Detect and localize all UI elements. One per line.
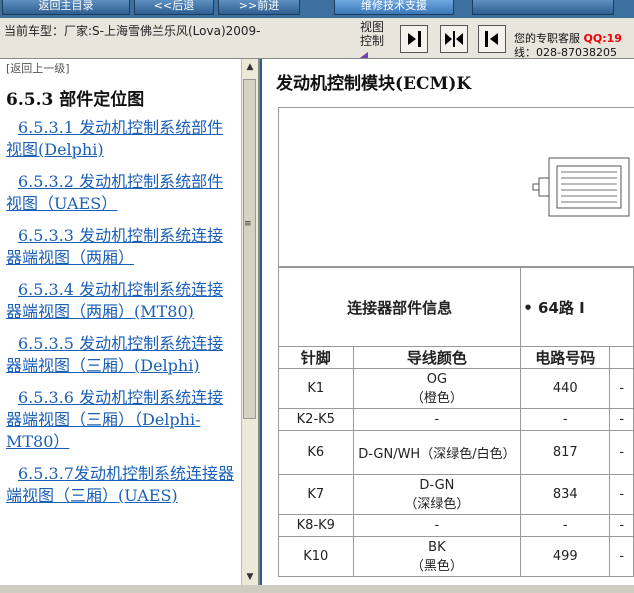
extra-cell: -: [609, 430, 634, 475]
extra-cell: -: [609, 368, 634, 409]
back-button[interactable]: <<后退: [134, 0, 214, 15]
connector-info-row: 连接器部件信息 • 64路 I: [277, 267, 634, 347]
bottom-bar: [0, 585, 634, 593]
nav-link-6-5-3-1[interactable]: 6.5.3.1 发动机控制系统部件视图(Delphi): [6, 117, 238, 161]
tech-support-button[interactable]: 维修技术支援: [334, 0, 454, 15]
color-cell: BK （黑色）: [352, 536, 522, 577]
header-wire-color: 导线颜色: [352, 346, 522, 369]
info-bar: 当前车型：厂家:S-上海雪佛兰乐风(Lova)2009- 视图控制 您的专职客服…: [0, 18, 634, 59]
extra-cell: -: [609, 474, 634, 515]
scroll-down-icon[interactable]: ▼: [244, 571, 256, 583]
nav-scrollbar[interactable]: ▲ ≡ ▼: [241, 59, 258, 585]
section-title: 6.5.3 部件定位图: [6, 90, 145, 110]
pin-cell: K8-K9: [278, 514, 354, 537]
circuit-cell: 499: [520, 536, 611, 577]
pin-cell: K10: [278, 536, 354, 577]
circuit-cell: 440: [520, 368, 611, 409]
extra-cell: -: [609, 514, 634, 537]
view-mark-icon: [360, 52, 368, 58]
forward-button[interactable]: >>前进: [218, 0, 300, 15]
content-panel: 发动机控制模块(ECM)K 连接器部件信息 • 64路 I 针脚 导线颜色 电路…: [262, 59, 634, 585]
nav-link-6-5-3-5[interactable]: 6.5.3.5 发动机控制系统连接器端视图（三厢）(Delphi): [6, 333, 238, 377]
circuit-cell: -: [520, 514, 611, 537]
table-row: K8-K9 - - -: [278, 514, 634, 537]
extra-cell: -: [609, 536, 634, 577]
color-cell: D-GN/WH（深绿色/白色）: [352, 430, 522, 475]
scroll-up-icon[interactable]: ▲: [244, 61, 256, 73]
nav-link-6-5-3-7[interactable]: 6.5.3.7发动机控制系统连接器端视图（三厢）(UAES): [6, 463, 238, 507]
service-label: 您的专职客服: [514, 32, 580, 45]
table-row: K2-K5 - - -: [278, 408, 634, 431]
view-split-arrows-icon[interactable]: [440, 25, 468, 53]
service-qq[interactable]: QQ:19: [584, 32, 622, 45]
extra-cell: -: [609, 408, 634, 431]
view-control-label: 视图控制: [360, 20, 385, 48]
scroll-thumb[interactable]: [243, 79, 256, 419]
connector-drawing-icon: [532, 157, 630, 217]
pin-cell: K2-K5: [278, 408, 354, 431]
scroll-grip-icon: ≡: [244, 219, 252, 229]
home-button[interactable]: 返回主目录: [2, 0, 130, 15]
nav-link-6-5-3-6[interactable]: 6.5.3.6 发动机控制系统连接器端视图（三厢）（Delphi-MT80）: [6, 387, 238, 453]
circuit-cell: -: [520, 408, 611, 431]
view-left-arrow-icon[interactable]: [478, 25, 506, 53]
circuit-cell: 817: [520, 430, 611, 475]
color-cell: -: [352, 408, 522, 431]
connector-image-box: [278, 107, 634, 267]
color-cell: D-GN （深绿色）: [352, 474, 522, 515]
service-phone: 线：028-87038205: [514, 46, 617, 59]
nav-links: 6.5.3.1 发动机控制系统部件视图(Delphi) 6.5.3.2 发动机控…: [6, 117, 238, 517]
customer-service: 您的专职客服 QQ:19 线：028-87038205: [514, 32, 622, 60]
view-right-arrow-icon[interactable]: [400, 25, 428, 53]
color-cell: OG （橙色）: [352, 368, 522, 409]
pin-table: 连接器部件信息 • 64路 I 针脚 导线颜色 电路号码 K1 OG （橙色） …: [277, 267, 634, 577]
toolbar-button-5[interactable]: [472, 0, 614, 15]
nav-link-6-5-3-3[interactable]: 6.5.3.3 发动机控制系统连接器端视图（两厢）: [6, 225, 238, 269]
top-toolbar: 返回主目录 <<后退 >>前进 维修技术支援: [0, 0, 634, 18]
header-circuit: 电路号码: [520, 346, 611, 369]
header-extra: [609, 346, 634, 369]
nav-panel: [返回上一级] 6.5.3 部件定位图 6.5.3.1 发动机控制系统部件视图(…: [0, 59, 260, 585]
table-header-row: 针脚 导线颜色 电路号码: [278, 346, 634, 369]
connector-info-value: • 64路 I: [520, 267, 634, 347]
nav-link-6-5-3-4[interactable]: 6.5.3.4 发动机控制系统连接器端视图（两厢）(MT80): [6, 279, 238, 323]
circuit-cell: 834: [520, 474, 611, 515]
color-cell: -: [352, 514, 522, 537]
table-row: K1 OG （橙色） 440 -: [278, 368, 634, 409]
nav-link-6-5-3-2[interactable]: 6.5.3.2 发动机控制系统部件视图（UAES）: [6, 171, 238, 215]
header-pin: 针脚: [278, 346, 354, 369]
back-up-link[interactable]: [返回上一级]: [6, 60, 70, 76]
vehicle-label: 当前车型：厂家:S-上海雪佛兰乐风(Lova)2009-: [4, 24, 261, 38]
table-row: K10 BK （黑色） 499 -: [278, 536, 634, 577]
table-row: K6 D-GN/WH（深绿色/白色） 817 -: [278, 430, 634, 475]
pin-cell: K7: [278, 474, 354, 515]
connector-info-label: 连接器部件信息: [277, 267, 522, 347]
pin-cell: K1: [278, 368, 354, 409]
table-row: K7 D-GN （深绿色） 834 -: [278, 474, 634, 515]
pin-cell: K6: [278, 430, 354, 475]
content-title: 发动机控制模块(ECM)K: [276, 74, 472, 94]
